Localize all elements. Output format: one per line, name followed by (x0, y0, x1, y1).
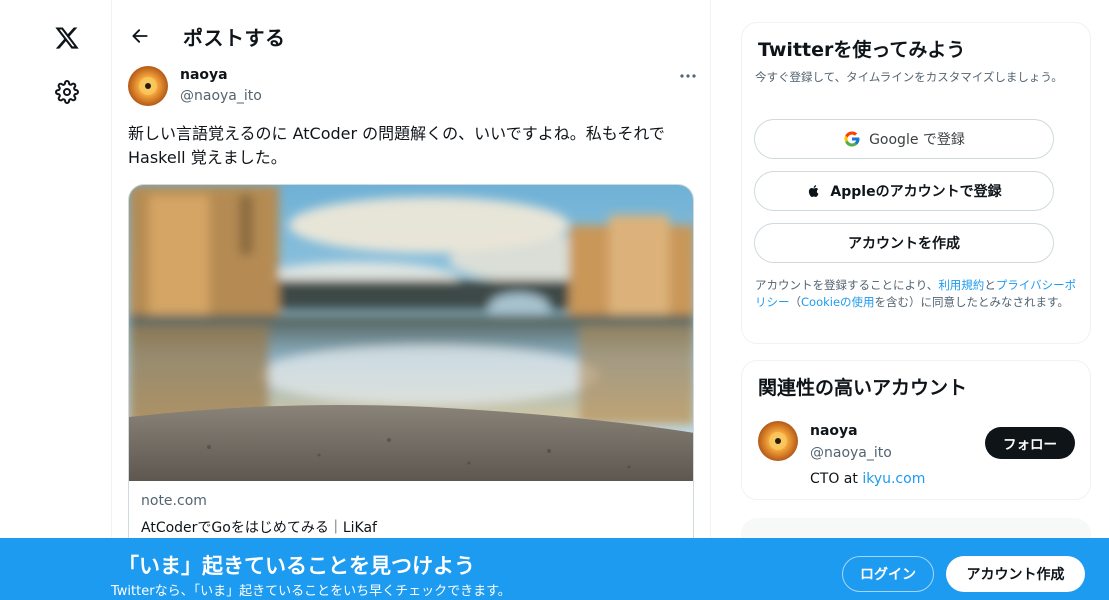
related-title: 関連性の高いアカウント (758, 377, 968, 399)
google-signup-button[interactable]: Google で登録 (754, 119, 1054, 159)
author-handle[interactable]: @naoya_ito (180, 88, 262, 104)
legal-text: アカウントを登録することにより、利用規約とプライバシーポリシー（Cookieの使… (755, 277, 1081, 310)
avatar[interactable] (128, 66, 168, 106)
signup-banner: 「いま」起きていることを見つけよう Twitterなら、「いま」起きていることを… (0, 538, 1109, 600)
more-horizontal-icon[interactable] (676, 66, 700, 86)
create-account-label: アカウントを作成 (848, 236, 960, 252)
banner-title: 「いま」起きていることを見つけよう (118, 554, 475, 578)
left-nav (0, 0, 112, 600)
gear-icon[interactable] (52, 77, 82, 107)
post-text: 新しい言語覚えるのに AtCoder の問題解くの、いいですよね。私もそれで H… (128, 124, 665, 167)
signup-panel: Twitterを使ってみよう 今すぐ登録して、タイムラインをカスタマイズしましょ… (741, 22, 1091, 344)
login-button[interactable]: ログイン (842, 556, 934, 592)
card-title: AtCoderでGoをはじめてみる｜LiKaf (141, 520, 377, 536)
post-author: naoya @naoya_ito (128, 64, 696, 108)
legal-paren: （ (789, 294, 802, 309)
bio-link[interactable]: ikyu.com (862, 471, 925, 487)
follow-button[interactable]: フォロー (985, 427, 1075, 459)
page-header: ポストする (112, 0, 710, 72)
banner-subtitle: Twitterなら、「いま」起きていることをいち早くチェックできます。 (111, 584, 511, 599)
related-account-bio: CTO at ikyu.com (810, 471, 925, 487)
link-card[interactable]: note.com AtCoderでGoをはじめてみる｜LiKaf (128, 184, 694, 564)
terms-link[interactable]: 利用規約 (938, 278, 984, 292)
create-account-button[interactable]: アカウントを作成 (754, 223, 1054, 263)
legal-and: と (984, 278, 996, 292)
related-accounts-panel: 関連性の高いアカウント naoya @naoya_ito CTO at ikyu… (741, 360, 1091, 500)
google-icon (843, 130, 861, 148)
x-logo-icon[interactable] (49, 20, 85, 56)
legal-suffix: を含む）に同意したとみなされます。 (874, 294, 1069, 309)
card-image (129, 185, 693, 481)
apple-signup-button[interactable]: Appleのアカウントで登録 (754, 171, 1054, 211)
related-account-name[interactable]: naoya (810, 423, 858, 439)
signup-subtitle: 今すぐ登録して、タイムラインをカスタマイズしましょう。 (755, 70, 1063, 84)
avatar[interactable] (758, 421, 798, 461)
page-title: ポストする (183, 26, 286, 50)
apple-signup-label: Appleのアカウントで登録 (830, 184, 1002, 200)
signup-title: Twitterを使ってみよう (758, 39, 966, 61)
legal-prefix: アカウントを登録することにより、 (755, 278, 939, 292)
main-column: ポストする naoya @naoya_ito 新しい言語覚えるのに AtCode… (112, 0, 711, 600)
cookie-link[interactable]: Cookieの使用 (801, 295, 875, 309)
google-signup-label: Google で登録 (869, 132, 965, 148)
banner-create-account-button[interactable]: アカウント作成 (946, 556, 1085, 592)
card-domain: note.com (141, 493, 207, 509)
bio-prefix: CTO at (810, 471, 863, 487)
author-name[interactable]: naoya (180, 67, 228, 83)
related-account-handle[interactable]: @naoya_ito (810, 445, 892, 461)
arrow-left-icon[interactable] (126, 22, 154, 50)
apple-icon (806, 182, 822, 200)
